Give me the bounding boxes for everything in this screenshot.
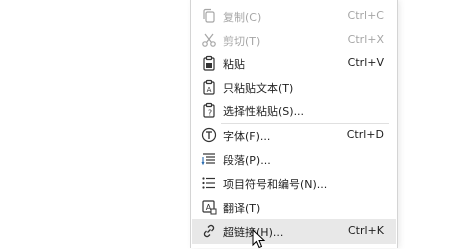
paste-text-only-icon: A (203, 79, 215, 95)
menu-item-shortcut: Ctrl+C (347, 9, 384, 22)
paste-special-icon: ? (203, 102, 215, 118)
menu-item-shortcut: Ctrl+V (347, 56, 384, 69)
menu-item-font[interactable]: 字体(F)... Ctrl+D (192, 123, 396, 147)
translate-icon: A (202, 200, 217, 215)
menu-item-paragraph[interactable]: 段落(P)... (192, 147, 396, 171)
menu-item-shortcut: Ctrl+K (347, 224, 384, 237)
menu-item-paste-special[interactable]: ? 选择性粘贴(S)... (192, 98, 396, 122)
menu-item-shortcut: Ctrl+D (346, 128, 384, 141)
menu-item-label: 字体(F)... (223, 130, 271, 143)
cut-icon (202, 33, 216, 47)
paragraph-icon (201, 153, 215, 166)
mouse-cursor-icon (252, 229, 266, 249)
hyperlink-icon (203, 224, 215, 238)
menu-item-paste-text-only[interactable]: A 只粘贴文本(T) (192, 75, 396, 99)
menu-item-label: 段落(P)... (223, 154, 271, 167)
svg-text:A: A (207, 86, 212, 94)
menu-item-label: 只粘贴文本(T) (223, 82, 294, 95)
menu-item-label: 剪切(T) (223, 35, 261, 48)
bullets-numbering-icon (202, 177, 215, 189)
menu-item-cut[interactable]: 剪切(T) Ctrl+X (192, 28, 396, 52)
menu-item-label: 复制(C) (223, 11, 262, 24)
menu-item-copy[interactable]: 复制(C) Ctrl+C (192, 4, 396, 28)
menu-item-paste[interactable]: 粘贴 Ctrl+V (192, 51, 396, 75)
font-icon (201, 127, 217, 143)
paste-icon (203, 55, 215, 71)
copy-icon (203, 8, 215, 23)
menu-item-label: 选择性粘贴(S)... (223, 105, 305, 118)
menu-item-label: 翻译(T) (223, 202, 261, 215)
menu-item-label: 项目符号和编号(N)... (223, 178, 328, 191)
context-menu: 复制(C) Ctrl+C 剪切(T) Ctrl+X 粘贴 Ctrl+V A 只粘… (190, 0, 398, 248)
menu-item-bullets-numbering[interactable]: 项目符号和编号(N)... (192, 171, 396, 195)
menu-item-shortcut: Ctrl+X (347, 33, 384, 46)
svg-text:?: ? (208, 109, 212, 118)
menu-item-hyperlink[interactable]: 超链接(H)... Ctrl+K (192, 219, 396, 244)
menu-item-label: 粘贴 (223, 58, 245, 71)
menu-item-translate[interactable]: A 翻译(T) (192, 195, 396, 219)
